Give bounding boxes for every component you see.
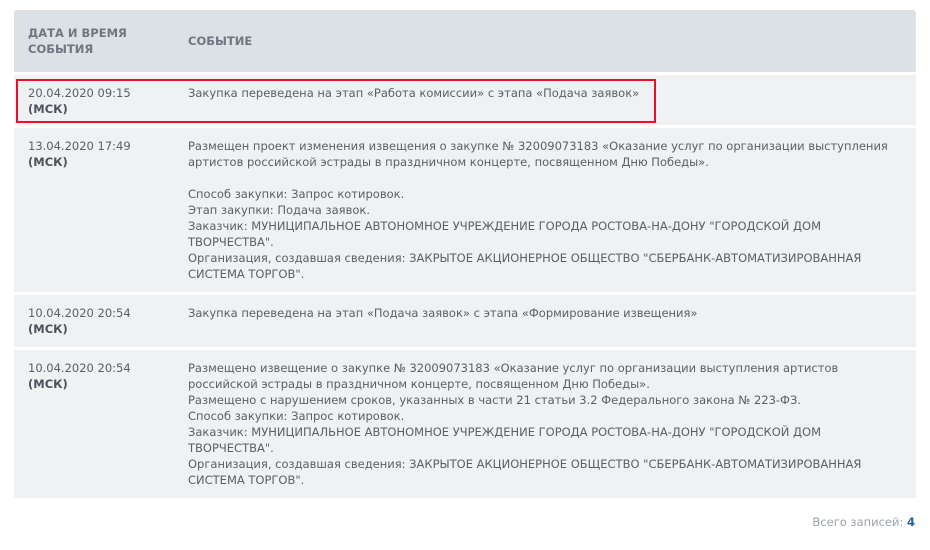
row-event-cell: Закупка переведена на этап «Подача заяво… <box>174 305 916 337</box>
event-text: Способ закупки: Запрос котировок. <box>188 409 405 423</box>
event-text: Этап закупки: Подача заявок. <box>188 203 371 217</box>
table-header: ДАТА И ВРЕМЯ СОБЫТИЯ СОБЫТИЕ <box>14 10 916 72</box>
total-label: Всего записей: <box>812 515 904 529</box>
row-date: 13.04.2020 17:49 <box>28 139 131 153</box>
header-date: ДАТА И ВРЕМЯ СОБЫТИЯ <box>28 26 127 56</box>
table-row: 20.04.2020 09:15 (МСК) Закупка переведен… <box>14 75 916 125</box>
event-text: Заказчик: МУНИЦИПАЛЬНОЕ АВТОНОМНОЕ УЧРЕЖ… <box>188 425 825 455</box>
row-timezone: (МСК) <box>28 102 68 116</box>
row-event-cell: Закупка переведена на этап «Работа комис… <box>174 85 916 115</box>
row-date: 10.04.2020 20:54 <box>28 361 131 375</box>
row-event-cell: Размещен проект изменения извещения о за… <box>174 138 916 282</box>
event-text: Способ закупки: Запрос котировок. <box>188 187 405 201</box>
event-text: Организация, создавшая сведения: ЗАКРЫТО… <box>188 457 866 487</box>
event-text: Закупка переведена на этап «Работа комис… <box>188 86 640 100</box>
table-row: 10.04.2020 20:54 (МСК) Размещено извещен… <box>14 350 916 498</box>
row-timezone: (МСК) <box>28 377 68 391</box>
events-table: ДАТА И ВРЕМЯ СОБЫТИЯ СОБЫТИЕ 20.04.2020 … <box>14 10 916 498</box>
event-text: Организация, создавшая сведения: ЗАКРЫТО… <box>188 251 866 281</box>
event-text: Размещено извещение о закупке № 32009073… <box>188 361 842 391</box>
row-date: 10.04.2020 20:54 <box>28 306 131 320</box>
table-row: 10.04.2020 20:54 (МСК) Закупка переведен… <box>14 295 916 347</box>
row-date-cell: 10.04.2020 20:54 (МСК) <box>14 360 174 488</box>
event-text: Заказчик: МУНИЦИПАЛЬНОЕ АВТОНОМНОЕ УЧРЕЖ… <box>188 219 825 249</box>
row-date-cell: 20.04.2020 09:15 (МСК) <box>14 85 174 116</box>
row-date-cell: 13.04.2020 17:49 (МСК) <box>14 138 174 282</box>
event-text: Размещен проект изменения извещения о за… <box>188 139 892 169</box>
header-event: СОБЫТИЕ <box>188 34 253 48</box>
row-event-cell: Размещено извещение о закупке № 32009073… <box>174 360 916 488</box>
row-timezone: (МСК) <box>28 322 68 336</box>
event-spacer <box>188 170 906 186</box>
event-text: Размещено с нарушением сроков, указанных… <box>188 393 801 407</box>
total-records: Всего записей: 4 <box>812 515 915 529</box>
table-row: 13.04.2020 17:49 (МСК) Размещен проект и… <box>14 128 916 292</box>
event-text: Закупка переведена на этап «Подача заяво… <box>188 306 698 320</box>
row-date-cell: 10.04.2020 20:54 (МСК) <box>14 305 174 337</box>
row-date: 20.04.2020 09:15 <box>28 86 131 100</box>
total-count: 4 <box>906 515 915 529</box>
row-timezone: (МСК) <box>28 155 68 169</box>
